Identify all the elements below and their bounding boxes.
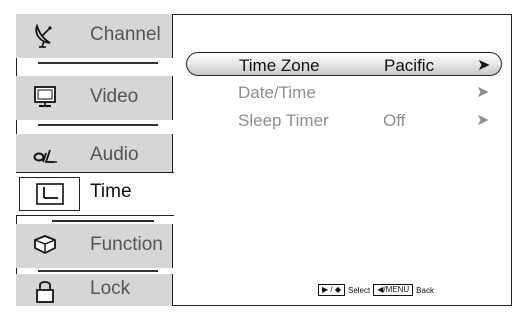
sidebar-item-label: Channel: [90, 24, 161, 45]
sidebar-item-label: Lock: [90, 278, 131, 299]
menu-row-name: Date/Time: [238, 83, 316, 102]
menu-row-sleep-timer[interactable]: Sleep Timer Off ➤: [186, 108, 502, 132]
lock-icon: [36, 281, 54, 303]
separator: [38, 124, 158, 126]
sidebar-item-lock[interactable]: Lock: [16, 274, 173, 306]
menu-row-value: Off: [383, 111, 406, 130]
sidebar-item-label: Time: [90, 181, 132, 202]
menu-row-value: Pacific: [384, 56, 435, 75]
arrow-right-icon: ➤: [476, 84, 490, 101]
menu-row-name: Sleep Timer: [238, 111, 329, 130]
nav-key-icon: ▶ / ◆: [318, 284, 345, 296]
key-hint-bar: ▶ / ◆ Select ◀/MENU Back: [318, 283, 434, 297]
function-icon: [34, 235, 56, 255]
satellite-dish-icon: [35, 23, 52, 48]
menu-row-name: Time Zone: [239, 56, 320, 75]
time-icon: [36, 183, 64, 205]
select-hint-label: Select: [347, 285, 371, 295]
sidebar: Channel Video Audio Time Function Lock: [16, 14, 174, 306]
separator: [38, 270, 158, 272]
arrow-right-icon: ➤: [476, 112, 490, 129]
sidebar-item-label: Function: [90, 234, 163, 255]
menu-row-date-time[interactable]: Date/Time ➤: [186, 80, 502, 104]
arrow-right-icon: ➤: [477, 57, 491, 74]
sidebar-item-label: Video: [90, 86, 139, 107]
sidebar-item-function[interactable]: Function: [16, 224, 173, 268]
sidebar-item-video[interactable]: Video: [16, 76, 173, 120]
menu-row-time-zone[interactable]: Time Zone Pacific ➤: [186, 52, 502, 76]
sidebar-item-label: Audio: [90, 144, 139, 165]
separator: [52, 220, 154, 222]
audio-icon: [33, 149, 57, 163]
monitor-icon: [34, 86, 56, 107]
sidebar-item-channel[interactable]: Channel: [16, 14, 173, 58]
sidebar-item-time[interactable]: Time: [16, 172, 174, 216]
back-hint-label: Back: [416, 285, 434, 295]
time-icon-frame: [19, 177, 80, 211]
back-key-icon: ◀/MENU: [373, 284, 414, 296]
separator: [38, 62, 158, 64]
